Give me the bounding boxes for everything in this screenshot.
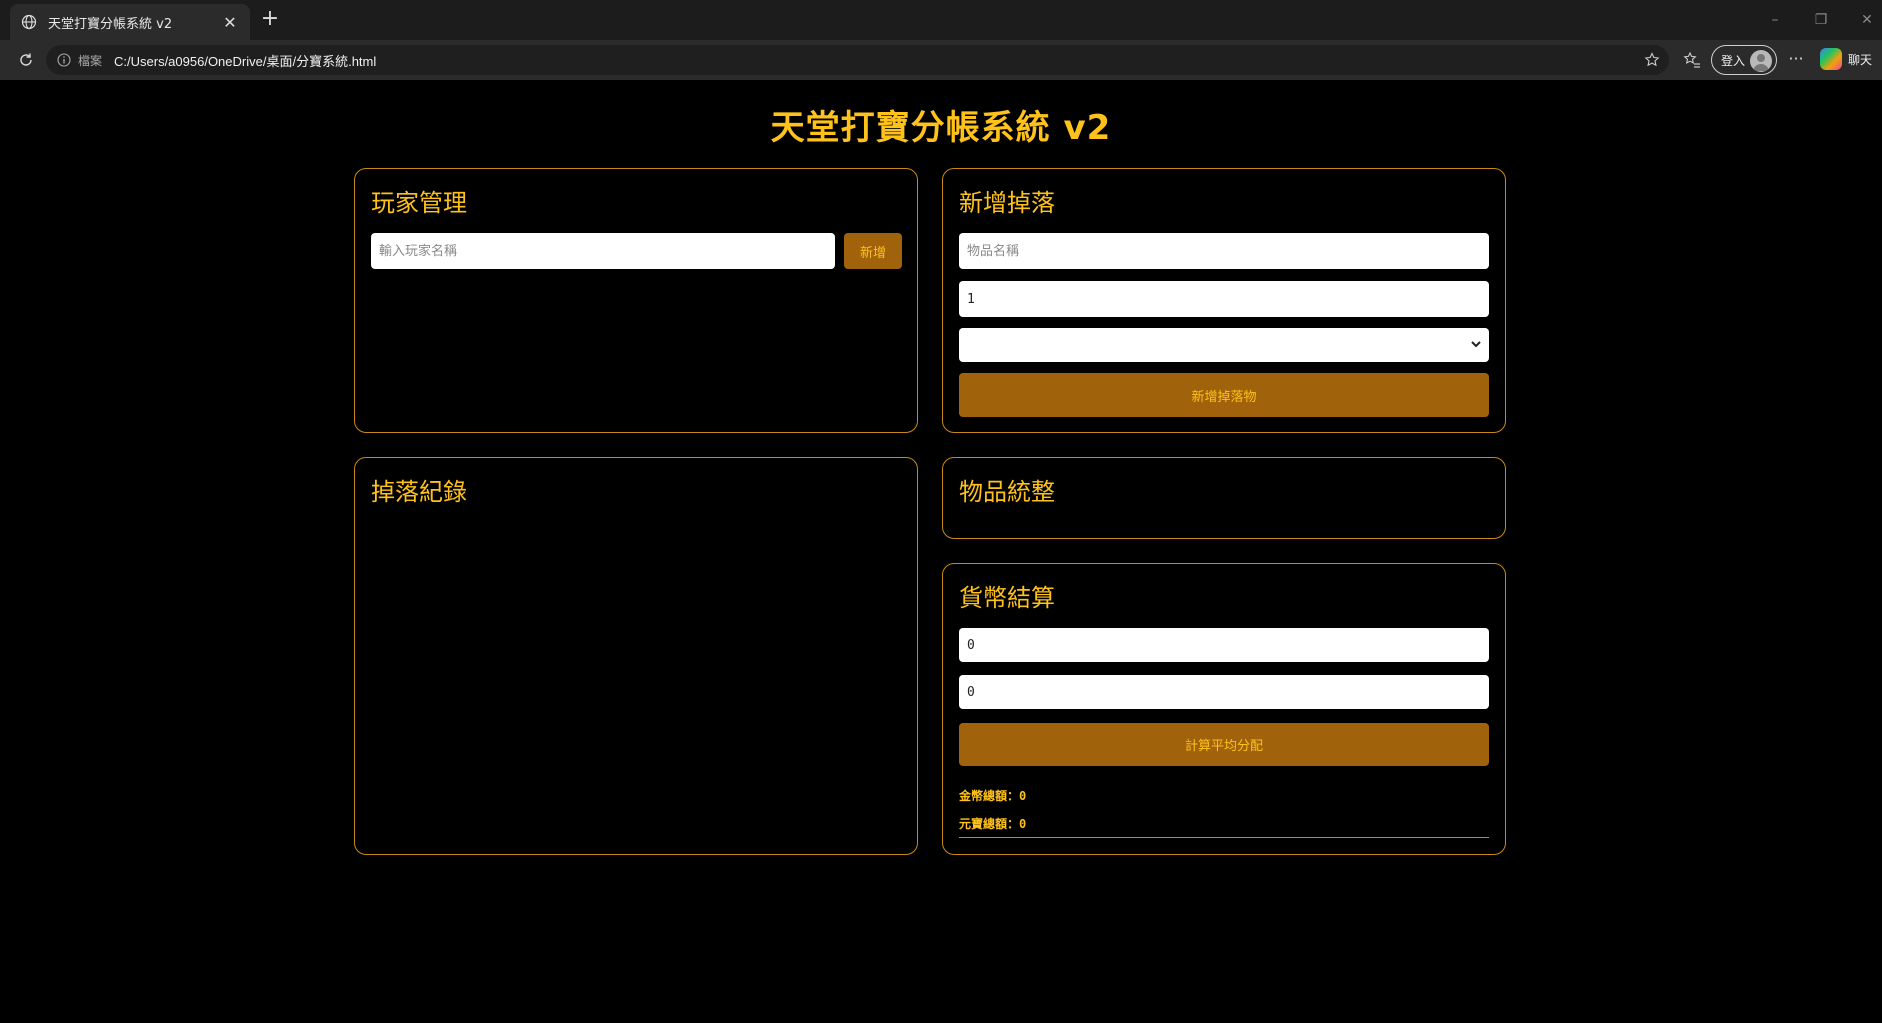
currency-settlement-heading: 貨幣結算 bbox=[959, 584, 1055, 612]
item-name-input[interactable] bbox=[959, 233, 1489, 269]
browser-toolbar: 檔案 C:/Users/a0956/OneDrive/桌面/分寶系統.html bbox=[0, 40, 1882, 80]
item-summary-panel: 物品統整 bbox=[942, 457, 1506, 539]
address-protocol: 檔案 bbox=[78, 53, 103, 68]
info-icon[interactable] bbox=[56, 52, 72, 68]
player-select[interactable] bbox=[959, 328, 1489, 362]
quantity-input[interactable] bbox=[959, 281, 1489, 317]
gold-total-value: 0 bbox=[1019, 789, 1027, 803]
add-drop-panel: 新增掉落 新增掉落物 bbox=[942, 168, 1506, 433]
signin-label: 登入 bbox=[1721, 53, 1746, 68]
gold-input[interactable] bbox=[959, 628, 1489, 662]
add-player-button[interactable]: 新增 bbox=[844, 233, 902, 269]
gold-total-label: 金幣總額： bbox=[959, 789, 1020, 803]
signin-button[interactable]: 登入 bbox=[1711, 45, 1777, 75]
item-summary-heading: 物品統整 bbox=[959, 478, 1055, 506]
currency-settlement-panel: 貨幣結算 計算平均分配 金幣總額：0 元寶總額：0 bbox=[942, 563, 1506, 855]
gold-total: 金幣總額：0 bbox=[959, 787, 1026, 804]
favorites-icon[interactable] bbox=[1680, 48, 1704, 72]
yuanbao-total-value: 0 bbox=[1019, 817, 1027, 831]
add-drop-button[interactable]: 新增掉落物 bbox=[959, 373, 1489, 417]
calculate-split-button[interactable]: 計算平均分配 bbox=[959, 723, 1489, 766]
close-tab-icon[interactable]: ✕ bbox=[220, 12, 240, 32]
address-url[interactable]: C:/Users/a0956/OneDrive/桌面/分寶系統.html bbox=[114, 51, 376, 70]
page-title: 天堂打寶分帳系統 v2 bbox=[770, 108, 1112, 148]
avatar-icon bbox=[1750, 50, 1772, 72]
copilot-button[interactable]: 聊天 bbox=[1820, 48, 1872, 70]
player-management-panel: 玩家管理 新增 bbox=[354, 168, 918, 433]
chevron-down-icon bbox=[1471, 341, 1481, 348]
copilot-label: 聊天 bbox=[1848, 52, 1873, 67]
minimize-icon[interactable]: – bbox=[1752, 0, 1798, 40]
window-close-icon[interactable]: ✕ bbox=[1844, 0, 1882, 40]
yuanbao-input[interactable] bbox=[959, 675, 1489, 709]
player-management-heading: 玩家管理 bbox=[371, 189, 467, 217]
globe-icon bbox=[20, 13, 38, 31]
browser-tab[interactable]: 天堂打寶分帳系統 v2 ✕ bbox=[10, 4, 250, 40]
summary-divider bbox=[959, 837, 1489, 838]
address-bar[interactable]: 檔案 C:/Users/a0956/OneDrive/桌面/分寶系統.html bbox=[46, 45, 1669, 75]
player-name-input[interactable] bbox=[371, 233, 835, 269]
add-drop-heading: 新增掉落 bbox=[959, 189, 1055, 217]
browser-titlebar: 天堂打寶分帳系統 v2 ✕ + – ❐ ✕ bbox=[0, 0, 1882, 40]
page-content: 天堂打寶分帳系統 v2 玩家管理 新增 新增掉落 新增掉落物 掉落紀錄 物品統整… bbox=[0, 80, 1882, 1023]
yuanbao-total-label: 元寶總額： bbox=[959, 817, 1020, 831]
new-tab-icon[interactable]: + bbox=[258, 8, 282, 32]
star-icon[interactable] bbox=[1643, 51, 1661, 69]
reload-icon[interactable] bbox=[14, 48, 38, 72]
drop-log-panel: 掉落紀錄 bbox=[354, 457, 918, 855]
restore-icon[interactable]: ❐ bbox=[1798, 0, 1844, 40]
yuanbao-total: 元寶總額：0 bbox=[959, 815, 1026, 832]
drop-log-heading: 掉落紀錄 bbox=[371, 478, 467, 506]
tab-title: 天堂打寶分帳系統 v2 bbox=[48, 16, 173, 32]
copilot-icon bbox=[1820, 48, 1842, 70]
more-menu-icon[interactable]: ··· bbox=[1784, 48, 1808, 72]
